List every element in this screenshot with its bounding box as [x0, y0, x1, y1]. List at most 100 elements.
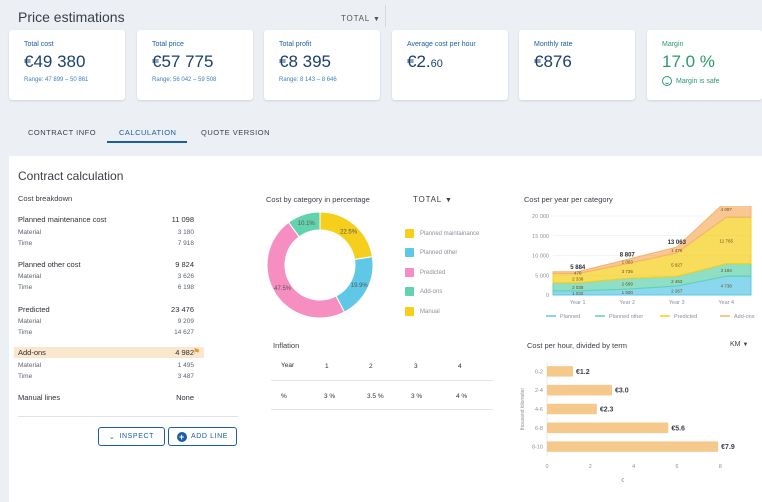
donut-slice-label: 47.5%: [274, 286, 292, 292]
y-tick-label: 0-2: [535, 369, 543, 375]
chevron-down-icon: ⌄: [108, 433, 116, 441]
kpi-range: Range: 56 042 – 59 508: [152, 77, 217, 83]
tab-quote-version[interactable]: QUOTE VERSION: [201, 128, 270, 137]
cost-sublabel: Time: [18, 329, 33, 336]
tab-calculation[interactable]: CALCULATION: [119, 128, 176, 137]
total-dropdown[interactable]: TOTAL ▼: [341, 14, 381, 23]
inflation-header-cell: 2: [369, 363, 373, 370]
cost-value: 11 098: [171, 215, 194, 224]
cost-subrow-material: Material 3 626: [18, 273, 194, 280]
cost-sublabel: Time: [18, 284, 33, 291]
donut-slice-label: 19.9%: [351, 283, 369, 289]
kpi-total-cost: Total cost €49 380 Range: 47 899 – 50 86…: [9, 30, 125, 100]
x-tick-label: Year 4: [718, 300, 734, 306]
cost-subrow-material: Material 1 495: [18, 362, 194, 369]
cost-label: Planned maintenance cost: [18, 215, 107, 224]
bar-chart-title: Cost per hour, divided by term: [527, 341, 628, 350]
inspect-button[interactable]: ⌄ INSPECT: [98, 427, 165, 446]
cost-label: Predicted: [18, 305, 50, 314]
cost-label: Add-ons: [18, 348, 46, 357]
cost-row-planned-other: Planned other cost 9 824: [18, 260, 194, 269]
cost-label: Manual lines: [18, 393, 61, 402]
kpi-value-main: €2.: [407, 52, 431, 71]
area-total-label: 5 884: [570, 265, 586, 271]
bar-chart: 0-2 €1.2 2-4 €3.0 4-6 €2.3 6-8 €5.6 8-10 €7.9 0 2 4 6…: [520, 362, 735, 484]
legend-item: Planned maintainance: [405, 229, 479, 238]
cost-subrow-time: Time 14 627: [18, 329, 194, 336]
cost-sublabel: Material: [18, 229, 42, 236]
legend-item: Add-ons: [405, 287, 442, 296]
area-total-label: 8 807: [620, 252, 636, 258]
inflation-row-cell: 3 %: [324, 393, 336, 400]
legend-swatch: [405, 287, 414, 296]
area-value-label: 1 476: [671, 248, 683, 253]
legend-label: Planned other: [420, 249, 458, 256]
add-line-button[interactable]: + ADD LINE: [168, 427, 237, 446]
area-value-label: 2 038: [572, 285, 584, 290]
donut-slice-label: 10.1%: [298, 221, 316, 227]
kpi-label: Total profit: [279, 41, 312, 48]
cost-subvalue: 3 487: [177, 373, 194, 380]
donut-total-dropdown[interactable]: TOTAL ▼: [413, 195, 453, 204]
cost-row-addons[interactable]: Add-ons 4 982: [18, 348, 194, 357]
unit-dropdown-label: KM: [730, 341, 741, 348]
inflation-header-cell: 4: [458, 363, 462, 370]
area-chart-title: Cost per year per category: [524, 195, 613, 204]
kpi-value: €2.60: [407, 52, 508, 72]
area-value-label: 2 699: [622, 282, 634, 287]
legend-label: Predicted: [674, 314, 697, 320]
kpi-label: Monthly rate: [534, 41, 573, 48]
legend-label: Add-ons: [420, 288, 443, 295]
y-tick-label: 15 000: [532, 234, 549, 240]
bar-value-label: €1.2: [576, 369, 590, 376]
table-divider: [271, 380, 493, 381]
area-value-label: 3 736: [622, 269, 634, 274]
kpi-monthly-rate: Monthly rate €876: [519, 30, 635, 100]
cost-subvalue: 1 495: [177, 362, 194, 369]
area-value-label: 1 063: [622, 260, 634, 265]
inflation-header-cell: 3: [414, 363, 418, 370]
bar: [547, 403, 597, 415]
unit-dropdown[interactable]: KM ▼: [730, 341, 748, 348]
kpi-label: Total cost: [24, 41, 54, 48]
section-title: Contract calculation: [18, 169, 124, 183]
y-tick-label: 10 000: [532, 254, 549, 260]
bar-value-label: €5.6: [671, 425, 685, 432]
chevron-down-icon: ▼: [373, 16, 381, 23]
kpi-value: €8 395: [279, 52, 331, 71]
area-total-label: 13 063: [668, 240, 687, 246]
x-tick-label: 4: [632, 464, 635, 470]
bar-value-label: €7.9: [721, 444, 735, 451]
add-line-button-label: ADD LINE: [190, 433, 229, 440]
legend-swatch: [405, 229, 414, 238]
x-tick-label: Year 3: [669, 300, 685, 306]
inflation-row-cell: 3.5 %: [367, 393, 384, 400]
cost-subvalue: 14 627: [174, 329, 194, 336]
inflation-row-cell: 3 %: [411, 393, 423, 400]
inflation-row-cell: %: [281, 393, 287, 400]
kpi-label: Average cost per hour: [407, 41, 476, 48]
y-axis-label: thousand kilometer: [520, 388, 526, 431]
tab-contract-info[interactable]: CONTRACT INFO: [28, 128, 96, 137]
cost-row-predicted: Predicted 23 476: [18, 305, 194, 314]
cost-sublabel: Material: [18, 362, 42, 369]
legend-label: Planned maintainance: [420, 230, 480, 237]
inflation-row-cell: 4 %: [456, 393, 468, 400]
area-value-label: 2 463: [671, 279, 683, 284]
bar-value-label: €3.0: [615, 388, 629, 395]
kpi-value: €876: [534, 52, 572, 71]
flag-icon: ⚑: [193, 347, 201, 356]
smile-icon: [662, 76, 672, 86]
kpi-value: €57 775: [152, 52, 214, 71]
area-value-label: 3 184: [721, 268, 733, 273]
inflation-header-cell: 1: [325, 363, 329, 370]
margin-status-text: Margin is safe: [676, 77, 720, 85]
cost-row-manual-lines: Manual lines None: [18, 393, 194, 402]
kpi-average-cost-per-hour: Average cost per hour €2.60: [392, 30, 508, 100]
inflation-header-cell: Year: [281, 362, 295, 369]
y-tick-label: 5 000: [535, 273, 549, 279]
bar-value-label: €2.3: [600, 407, 614, 414]
table-divider: [271, 409, 493, 410]
area-value-label: 1 032: [572, 291, 584, 296]
cost-subrow-time: Time 3 487: [18, 373, 194, 380]
